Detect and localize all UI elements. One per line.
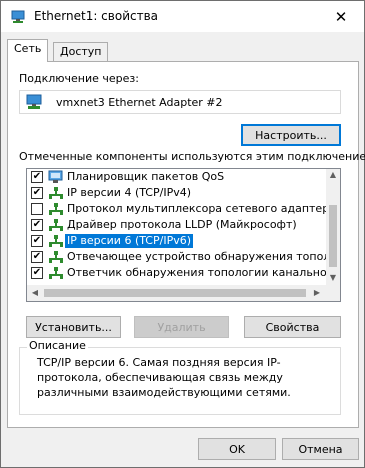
description-text: TCP/IP версии 6. Самая поздняя версия IP… bbox=[37, 356, 291, 399]
close-button[interactable]: ✕ bbox=[318, 1, 364, 32]
vertical-scroll-thumb[interactable] bbox=[329, 205, 337, 267]
checkbox[interactable]: ✔ bbox=[31, 219, 43, 231]
list-item[interactable]: ✔ Отвечающее устройство обнаружения топо… bbox=[27, 249, 327, 265]
qos-icon bbox=[48, 170, 63, 183]
properties-dialog: Ethernet1: свойства ✕ Сеть Доступ Подклю… bbox=[0, 0, 365, 468]
horizontal-scroll-thumb[interactable] bbox=[44, 289, 306, 297]
uninstall-button[interactable]: Удалить bbox=[134, 316, 229, 338]
checkbox[interactable]: ✔ bbox=[31, 171, 43, 183]
description-title: Описание bbox=[27, 339, 88, 352]
configure-button[interactable]: Настроить... bbox=[241, 124, 341, 146]
list-item[interactable]: ✔ Ответчик обнаружения топологии канальн… bbox=[27, 265, 327, 281]
adapter-field: vmxnet3 Ethernet Adapter #2 bbox=[19, 90, 341, 114]
network-adapter-icon bbox=[26, 94, 42, 109]
close-icon: ✕ bbox=[334, 7, 348, 26]
checkbox[interactable] bbox=[31, 203, 43, 215]
list-item[interactable]: Протокол мультиплексора сетевого адаптер… bbox=[27, 201, 327, 217]
tab-sharing[interactable]: Доступ bbox=[53, 42, 109, 62]
protocol-icon bbox=[49, 235, 63, 247]
window-title: Ethernet1: свойства bbox=[34, 9, 159, 23]
protocol-icon bbox=[49, 203, 63, 215]
vertical-scrollbar[interactable]: ▲ ▼ bbox=[326, 169, 340, 285]
list-item-label: Драйвер протокола LLDP (Майкрософт) bbox=[67, 218, 297, 231]
list-item[interactable]: ✔ IP версии 4 (TCP/IPv4) bbox=[27, 185, 327, 201]
list-item-label: IP версии 6 (TCP/IPv6) bbox=[65, 234, 194, 248]
scroll-down-icon[interactable]: ▼ bbox=[326, 273, 340, 282]
adapter-name: vmxnet3 Ethernet Adapter #2 bbox=[56, 96, 223, 109]
title-bar[interactable]: Ethernet1: свойства ✕ bbox=[1, 1, 364, 32]
list-item-selected[interactable]: ✔ IP версии 6 (TCP/IPv6) bbox=[27, 233, 327, 249]
components-list-items: ✔ Планировщик пакетов QoS ✔ IP версии 4 … bbox=[27, 169, 327, 285]
network-adapter-icon bbox=[11, 10, 25, 23]
protocol-icon bbox=[49, 267, 63, 279]
list-item-label: Планировщик пакетов QoS bbox=[67, 170, 225, 183]
components-label: Отмеченные компоненты используются этим … bbox=[19, 150, 365, 163]
list-item-label: IP версии 4 (TCP/IPv4) bbox=[67, 186, 192, 199]
checkbox[interactable]: ✔ bbox=[31, 251, 43, 263]
scroll-up-icon[interactable]: ▲ bbox=[326, 170, 340, 179]
install-button[interactable]: Установить... bbox=[26, 316, 121, 338]
tab-network-label: Сеть bbox=[14, 42, 42, 55]
list-item-label: Ответчик обнаружения топологии канальног… bbox=[67, 266, 327, 279]
checkbox[interactable]: ✔ bbox=[31, 267, 43, 279]
protocol-icon bbox=[49, 219, 63, 231]
list-item-label: Отвечающее устройство обнаружения тополо… bbox=[67, 250, 327, 263]
ok-button[interactable]: OK bbox=[198, 438, 276, 460]
scroll-right-icon[interactable]: ▶ bbox=[310, 288, 324, 297]
components-list[interactable]: ✔ Планировщик пакетов QoS ✔ IP версии 4 … bbox=[26, 168, 341, 302]
checkbox[interactable]: ✔ bbox=[31, 187, 43, 199]
connect-using-label: Подключение через: bbox=[19, 72, 139, 85]
list-item[interactable]: ✔ Планировщик пакетов QoS bbox=[27, 169, 327, 185]
properties-button[interactable]: Свойства bbox=[244, 316, 341, 338]
cancel-button[interactable]: Отмена bbox=[282, 438, 359, 460]
list-item[interactable]: ✔ Драйвер протокола LLDP (Майкрософт) bbox=[27, 217, 327, 233]
protocol-icon bbox=[49, 251, 63, 263]
list-item-label: Протокол мультиплексора сетевого адаптер… bbox=[67, 202, 327, 215]
protocol-icon bbox=[49, 187, 63, 199]
tab-network[interactable]: Сеть bbox=[7, 39, 49, 62]
tab-sharing-label: Доступ bbox=[60, 45, 102, 58]
checkbox[interactable]: ✔ bbox=[31, 235, 43, 247]
scroll-left-icon[interactable]: ◀ bbox=[28, 288, 42, 297]
horizontal-scrollbar[interactable]: ◀ ▶ bbox=[27, 285, 340, 301]
